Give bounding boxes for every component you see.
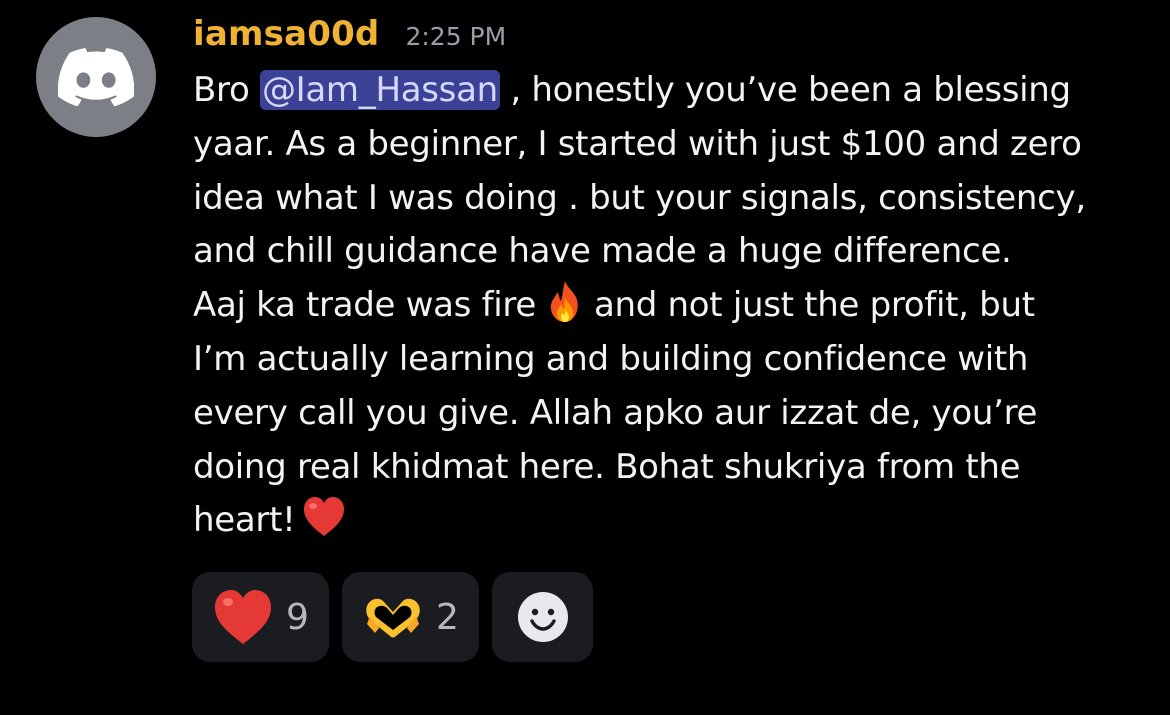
reactions-bar: 9 2 (192, 572, 593, 662)
avatar[interactable] (36, 17, 156, 137)
reaction-count: 9 (286, 596, 309, 638)
username[interactable]: iamsa00d (193, 14, 379, 54)
message-line: Bro @Iam_Hassan , honestly you’ve been a… (193, 70, 1071, 110)
smiley-add-reaction-icon (517, 592, 568, 642)
red-heart-emoji-icon (304, 497, 345, 537)
user-mention[interactable]: @Iam_Hassan (259, 70, 500, 110)
red-heart-emoji-icon (215, 590, 271, 644)
add-reaction-button[interactable] (492, 572, 593, 662)
reaction-count: 2 (436, 596, 459, 638)
timestamp[interactable]: 2:25 PM (405, 22, 506, 51)
message-line: heart! (193, 494, 1133, 548)
fire-emoji-icon (550, 281, 578, 323)
message-line: and chill guidance have made a huge diff… (193, 231, 1012, 272)
message-line: Aaj ka trade was fire and not just the p… (193, 279, 1133, 333)
reaction-heart[interactable]: 9 (192, 572, 329, 662)
message-header: iamsa00d 2:25 PM (193, 14, 506, 60)
message-content: Bro @Iam_Hassan , honestly you’ve been a… (193, 64, 1133, 548)
message-line: yaar. As a beginner, I started with just… (193, 123, 1082, 164)
message-line: doing real khidmat here. Bohat shukriya … (193, 446, 1021, 487)
discord-logo-icon (58, 48, 134, 106)
message-line: I’m actually learning and building confi… (193, 338, 1029, 379)
message-line: idea what I was doing . but your signals… (193, 177, 1086, 218)
reaction-heart-hands[interactable]: 2 (342, 572, 479, 662)
message-line: every call you give. Allah apko aur izza… (193, 392, 1038, 433)
heart-hands-emoji-icon (366, 598, 420, 638)
